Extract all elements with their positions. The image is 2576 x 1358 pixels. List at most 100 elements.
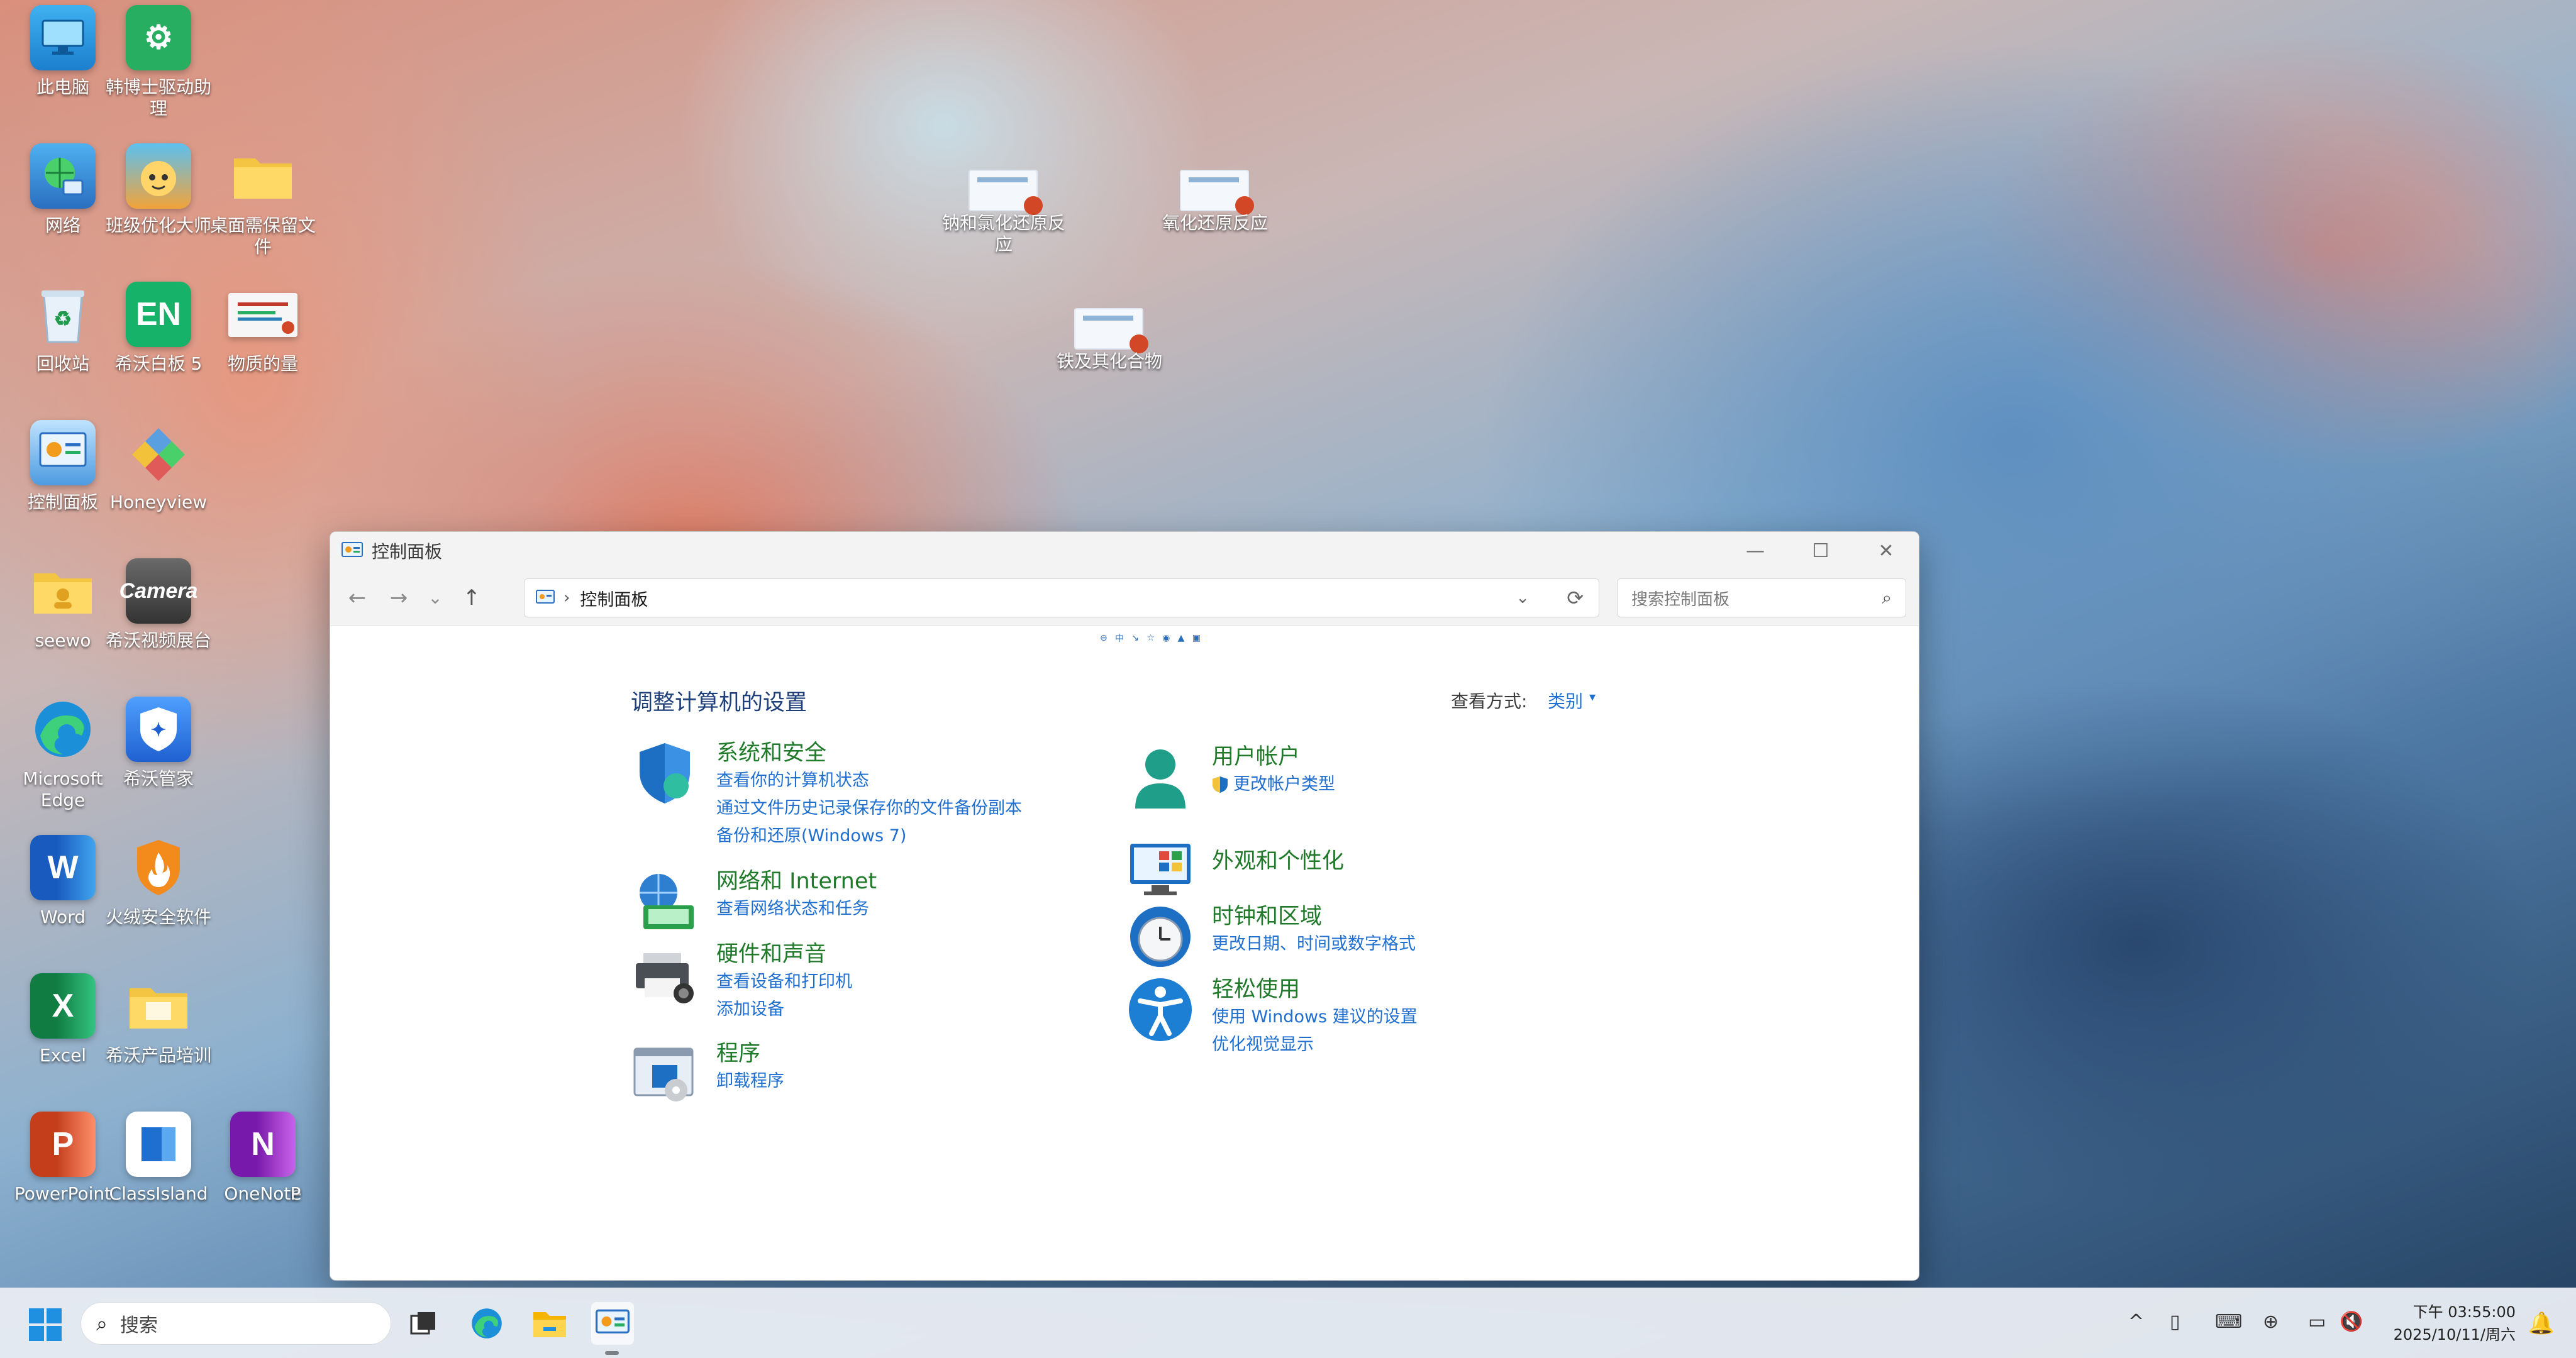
camera-icon: Camera: [119, 558, 197, 624]
display-icon[interactable]: ▭: [2308, 1311, 2326, 1333]
control-panel-icon[interactable]: [591, 1302, 634, 1345]
address-dropdown-button[interactable]: ⌄: [1516, 588, 1530, 607]
desktop-icon-label: 希沃视频展台: [105, 630, 211, 651]
desktop-icon-seewo-manager[interactable]: ✦ 希沃管家: [96, 697, 221, 790]
taskbar-search-label: 搜索: [119, 1315, 158, 1337]
volume-muted-icon[interactable]: 🔇: [2340, 1311, 2363, 1333]
file-explorer-icon[interactable]: [528, 1302, 571, 1345]
ppt-file-icon[interactable]: [969, 170, 1043, 215]
desktop-icon-label: 希沃产品培训: [105, 1045, 211, 1066]
uac-shield-icon: [1213, 776, 1228, 793]
edge-icon[interactable]: [465, 1302, 508, 1345]
task-view-icon[interactable]: [402, 1302, 445, 1345]
tray-chevron-up-icon[interactable]: ^: [2128, 1311, 2144, 1333]
category-link[interactable]: 查看你的计算机状态: [716, 767, 1022, 795]
notification-bell-icon[interactable]: 🔔: [2528, 1311, 2555, 1336]
network-globe-icon: [30, 143, 96, 209]
usb-device-icon[interactable]: ▯: [2170, 1311, 2180, 1333]
desktop-icon-label: Honeyview: [109, 492, 208, 512]
category-link[interactable]: 查看网络状态和任务: [716, 895, 877, 923]
word-icon: W: [30, 835, 96, 900]
chevron-down-icon[interactable]: ▾: [1589, 689, 1596, 704]
desktop-icon-label: 网络: [45, 215, 80, 236]
page-title: 调整计算机的设置: [631, 690, 808, 715]
language-icon[interactable]: ⊕: [2263, 1311, 2279, 1333]
desktop-file-label: 钠和氯化还原反应: [941, 213, 1065, 255]
printer-icon: [636, 953, 694, 1003]
svg-text:✦: ✦: [150, 720, 166, 741]
forward-button[interactable]: →: [378, 579, 419, 617]
start-windows-icon[interactable]: [28, 1307, 63, 1342]
active-app-indicator: [605, 1351, 619, 1355]
desktop-icon-label: 回收站: [36, 353, 89, 374]
category-title[interactable]: 轻松使用: [1212, 976, 1418, 1003]
back-button[interactable]: ←: [336, 579, 378, 617]
programs-icon: [633, 1047, 694, 1101]
address-bar[interactable]: › 控制面板 ⌄ ⟳: [524, 578, 1599, 617]
taskbar-search[interactable]: ⌕ 搜索: [80, 1302, 391, 1345]
desktop-icon-keep-files-folder[interactable]: 桌面需保留文件: [200, 143, 326, 258]
minimize-button[interactable]: —: [1723, 532, 1788, 570]
search-icon[interactable]: ⌕: [1882, 587, 1892, 609]
keyboard-icon[interactable]: ⌨: [2215, 1311, 2242, 1333]
category-link[interactable]: 卸载程序: [716, 1068, 784, 1095]
control-panel-icon: [536, 590, 555, 604]
category-title[interactable]: 网络和 Internet: [716, 868, 877, 895]
partial-icon: [283, 1112, 308, 1177]
honeyview-icon: [126, 420, 191, 485]
flame-shield-icon: [126, 835, 191, 900]
category-link[interactable]: 备份和还原(Windows 7): [716, 822, 1022, 850]
mascot-icon: [126, 143, 191, 209]
system-clock[interactable]: 下午 03:55:00 2025/10/11/周六: [2394, 1301, 2516, 1346]
category-link[interactable]: 更改帐户类型: [1212, 771, 1335, 798]
refresh-button[interactable]: ⟳: [1567, 586, 1584, 610]
search-placeholder: 搜索控制面板: [1631, 590, 1730, 609]
desktop-icon-honeyview[interactable]: Honeyview: [96, 420, 221, 513]
category-appearance: 外观和个性化: [1126, 834, 1344, 902]
maximize-button[interactable]: ☐: [1788, 532, 1853, 570]
search-input[interactable]: 搜索控制面板 ⌕: [1617, 578, 1906, 617]
category-title[interactable]: 外观和个性化: [1212, 847, 1344, 875]
edge-icon: [30, 697, 96, 762]
category-programs: 程序 卸载程序: [631, 1040, 784, 1108]
control-panel-content: 调整计算机的设置 查看方式: 类别 ▾ 系统和安全 查看你的计算机状态 通过文件…: [330, 626, 1919, 1280]
category-link[interactable]: 优化视觉显示: [1212, 1031, 1418, 1059]
accessibility-icon: [1129, 978, 1192, 1041]
desktop-icon-partial[interactable]: P: [277, 1112, 314, 1205]
desktop-icon-seewo-camera[interactable]: Camera 希沃视频展台: [96, 558, 221, 651]
category-ease-of-access: 轻松使用 使用 Windows 建议的设置 优化视觉显示: [1126, 976, 1418, 1059]
svg-text:♻: ♻: [54, 307, 72, 330]
category-link-text[interactable]: 更改帐户类型: [1233, 771, 1335, 798]
desktop-icon-label: ClassIsland: [109, 1183, 208, 1204]
desktop-icon-label: seewo: [35, 630, 91, 651]
desktop-file-amount-of-substance[interactable]: 物质的量: [200, 282, 326, 375]
category-title[interactable]: 用户帐户: [1212, 743, 1335, 771]
desktop-icon-hanboshi[interactable]: ⚙ 韩博士驱动助理: [96, 5, 221, 119]
recent-locations-button[interactable]: ⌄: [419, 579, 451, 617]
category-link[interactable]: 添加设备: [716, 996, 852, 1024]
category-title[interactable]: 程序: [716, 1040, 784, 1068]
breadcrumb[interactable]: 控制面板: [580, 586, 648, 610]
navigation-bar: ← → ⌄ ↑ › 控制面板 ⌄ ⟳ 搜索控制面板 ⌕: [330, 570, 1919, 626]
desktop-icon-label: 希沃白板 5: [114, 353, 203, 374]
desktop-file-label: 铁及其化合物: [1056, 351, 1162, 372]
ppt-file-icon[interactable]: [1074, 308, 1148, 353]
shield-icon: ✦: [126, 697, 191, 762]
title-bar[interactable]: 控制面板 — ☐ ✕: [330, 532, 1919, 570]
category-title[interactable]: 时钟和区域: [1212, 903, 1416, 930]
category-link[interactable]: 通过文件历史记录保存你的文件备份副本: [716, 795, 1022, 822]
desktop-icon-label: Excel: [39, 1045, 87, 1066]
category-title[interactable]: 硬件和声音: [716, 941, 852, 968]
desktop-icon-huorong[interactable]: 火绒安全软件: [96, 835, 221, 928]
desktop-icon-label: 火绒安全软件: [105, 907, 211, 927]
category-link[interactable]: 查看设备和打印机: [716, 968, 852, 996]
category-link[interactable]: 使用 Windows 建议的设置: [1212, 1003, 1418, 1031]
desktop-icon-label: 希沃管家: [123, 768, 194, 789]
category-link[interactable]: 更改日期、时间或数字格式: [1212, 930, 1416, 958]
up-button[interactable]: ↑: [451, 579, 492, 617]
view-by-dropdown[interactable]: 类别: [1548, 688, 1583, 713]
ppt-file-icon[interactable]: [1180, 170, 1254, 215]
desktop-icon-seewo-training[interactable]: 希沃产品培训: [96, 973, 221, 1066]
close-button[interactable]: ✕: [1853, 532, 1919, 570]
category-title[interactable]: 系统和安全: [716, 739, 1022, 767]
